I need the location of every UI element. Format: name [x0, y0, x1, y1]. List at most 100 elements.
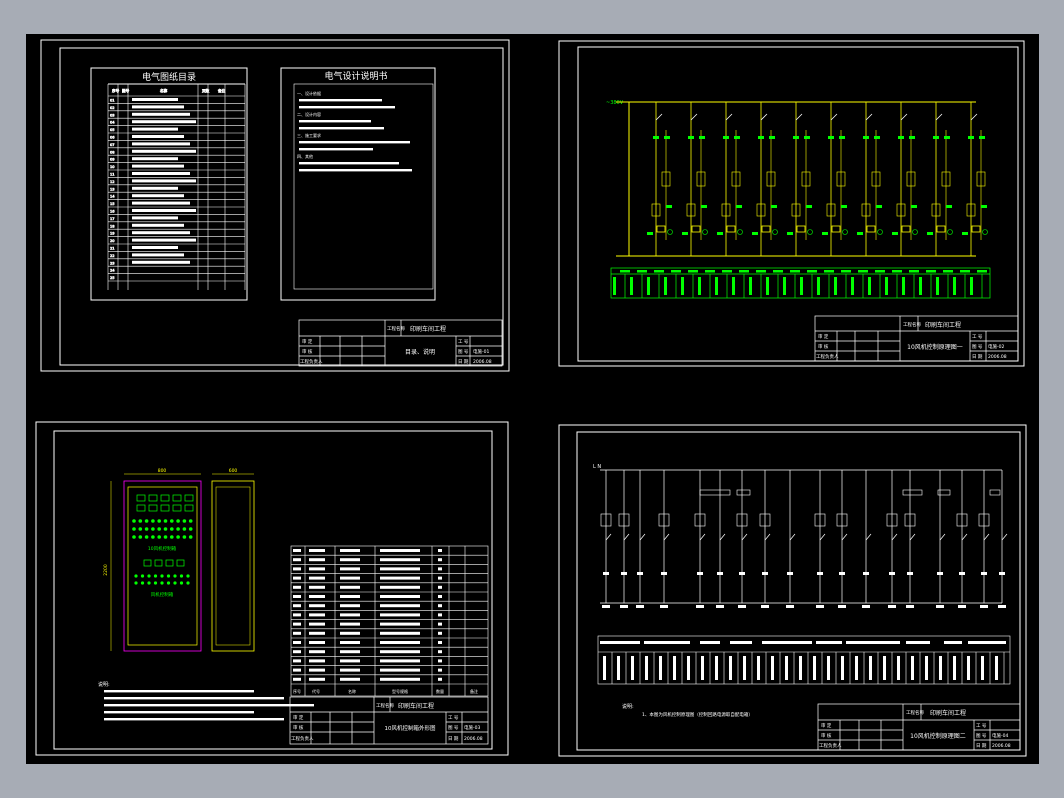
legend-header-text: [688, 270, 698, 273]
notes-text-4: 1、本图为风机控制原理图（控制回路电源取自配电箱）: [642, 711, 753, 718]
catalog-row-number: 20: [110, 239, 115, 243]
contact-label: [758, 136, 764, 139]
wire-label: [739, 572, 745, 575]
legend-header-text: [722, 270, 732, 273]
catalog-row-name: [132, 142, 190, 146]
legend-header-text: [700, 641, 720, 644]
indicator-lamp: [182, 527, 187, 531]
terminal-label: [888, 605, 896, 608]
parts-cell: [438, 650, 442, 654]
coil-label: [752, 232, 758, 235]
push-button: [140, 574, 145, 578]
tb1-date: 2006.08: [473, 359, 492, 365]
wire-label: [907, 572, 913, 575]
parts-cell: [309, 595, 325, 598]
indicator-lamp: [176, 519, 180, 523]
coil-label: [822, 232, 828, 235]
indicator-lamp: [182, 535, 187, 539]
tb4-row-0: 审 定: [821, 722, 832, 729]
parts-cell: [309, 650, 325, 654]
contact-label: [734, 136, 740, 139]
catalog-row-number: 25: [110, 276, 115, 280]
wire-label: [889, 572, 895, 575]
indicator-lamp: [151, 519, 155, 523]
spec-heading: 一、设计依据: [297, 90, 321, 96]
spec-text-line: [299, 148, 373, 151]
notes-title-3: 说明:: [98, 681, 110, 688]
legend-header-text: [968, 641, 1006, 644]
contact-label: [666, 205, 672, 208]
contact-label: [723, 136, 729, 139]
spec-text-line: [299, 162, 399, 165]
parts-cell: [438, 613, 442, 617]
legend-vertical-text: [855, 656, 858, 680]
tb2-project-label: 工程名称: [903, 321, 921, 328]
legend-header-text: [756, 270, 766, 273]
parts-cell: [380, 677, 420, 681]
legend-vertical-text: [681, 277, 684, 295]
parts-cell: [309, 631, 325, 635]
parts-cell: [438, 641, 442, 644]
tb4-project-label: 工程名称: [906, 709, 924, 716]
parts-cell: [380, 613, 420, 617]
parts-cell: [380, 659, 420, 663]
tb3-number: 电施-03: [464, 724, 480, 731]
parts-cell: [309, 604, 325, 608]
indicator-lamp: [157, 519, 161, 523]
catalog-header: 备注: [218, 88, 226, 93]
indicator-lamp: [138, 535, 143, 539]
legend-vertical-text: [919, 277, 922, 295]
tb3-right-1: 图 号: [448, 725, 459, 731]
push-button: [147, 574, 151, 578]
tb2-right-1: 图 号: [972, 344, 983, 350]
panel-label-1: 10风机控制箱: [148, 545, 177, 552]
catalog-title: 电气图纸目录: [142, 71, 196, 83]
catalog-row-number: 23: [110, 261, 115, 265]
coil-label: [962, 232, 968, 235]
parts-cell: [438, 567, 442, 571]
catalog-row-number: 03: [110, 113, 115, 117]
parts-cell: [380, 668, 420, 672]
parts-cell: [340, 595, 360, 598]
catalog-row-name: [132, 260, 190, 264]
catalog-row-number: 02: [110, 106, 115, 110]
parts-cell: [309, 641, 325, 644]
push-button: [173, 574, 177, 578]
parts-cell: [309, 558, 325, 562]
indicator-lamp: [157, 535, 161, 539]
catalog-row-number: 18: [110, 224, 115, 228]
parts-cell: [380, 641, 420, 644]
cad-viewport[interactable]: 电气图纸目录 01 02 03 04 05 06 07 08 09 10 11 12 13 14 15 16 1…: [0, 0, 1064, 798]
legend-vertical-text: [939, 656, 942, 680]
legend-header-text: [906, 641, 930, 644]
indicator-lamp: [138, 519, 143, 523]
legend-header-text: [846, 641, 900, 644]
tb1-project: 印刷车间工程: [410, 325, 446, 333]
parts-cell: [340, 677, 360, 681]
catalog-row-name: [132, 149, 196, 153]
coil-label: [787, 232, 793, 235]
legend-header-text: [960, 270, 970, 273]
legend-header-text: [977, 270, 987, 273]
legend-vertical-text: [800, 277, 803, 295]
legend-vertical-text: [885, 277, 888, 295]
terminal-label: [786, 605, 794, 608]
legend-header-text: [944, 641, 962, 644]
push-button: [153, 574, 158, 578]
parts-cell: [438, 631, 442, 635]
legend-vertical-text: [883, 656, 886, 680]
dim-depth: 600: [229, 468, 238, 474]
legend-vertical-text: [827, 656, 830, 680]
catalog-row-name: [132, 186, 178, 190]
indicator-lamp: [144, 519, 149, 523]
wire-label: [661, 572, 667, 575]
catalog-row-name: [132, 253, 184, 257]
tb2-row-3: 工程负责人: [816, 353, 839, 360]
wire-label: [959, 572, 965, 575]
legend-vertical-text: [715, 277, 718, 295]
contact-label: [688, 136, 694, 139]
contact-label: [771, 205, 777, 208]
dim-width: 800: [158, 468, 167, 474]
catalog-row-number: 10: [110, 165, 115, 169]
wire-label: [817, 572, 823, 575]
